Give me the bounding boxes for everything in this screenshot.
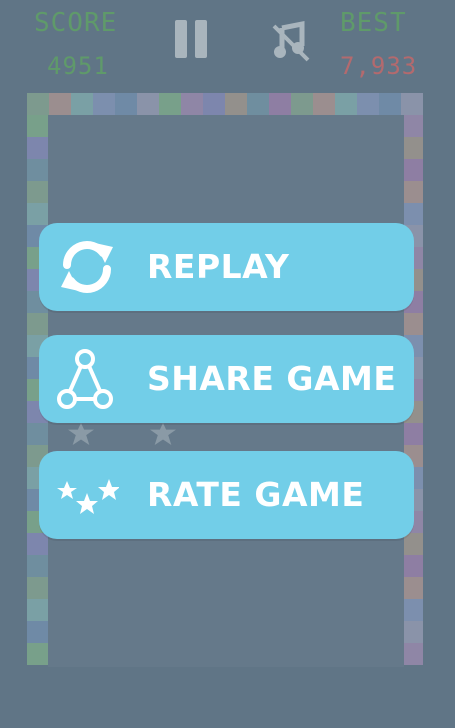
board-tile	[27, 313, 49, 335]
board-tile	[27, 181, 49, 203]
board-tile	[401, 137, 423, 159]
share-game-label: SHARE GAME	[147, 359, 397, 398]
board-tile	[115, 93, 137, 115]
board-tile	[93, 93, 115, 115]
replay-button[interactable]: REPLAY	[39, 223, 414, 311]
sound-toggle-button[interactable]	[270, 20, 312, 62]
board-tile	[401, 577, 423, 599]
board-tile	[49, 93, 71, 115]
score-value: 4951	[47, 52, 109, 80]
board-tile	[181, 93, 203, 115]
board-tile	[401, 599, 423, 621]
board-tile	[203, 93, 225, 115]
pause-button[interactable]	[173, 20, 209, 58]
board-tile	[357, 93, 379, 115]
board-tile	[27, 115, 49, 137]
board-tile	[27, 93, 49, 115]
stars-icon	[57, 479, 119, 514]
rate-game-label: RATE GAME	[147, 475, 365, 514]
share-icon	[57, 349, 113, 409]
board-tile	[401, 181, 423, 203]
best-value: 7,933	[340, 52, 418, 80]
board-tile	[291, 93, 313, 115]
board-tile	[27, 643, 49, 665]
board-tile	[313, 93, 335, 115]
board-tile	[27, 423, 49, 445]
board-tile	[247, 93, 269, 115]
board-tile	[27, 533, 49, 555]
board-tile	[269, 93, 291, 115]
board-tile	[401, 313, 423, 335]
board-tile	[27, 599, 49, 621]
board-tile	[401, 159, 423, 181]
replay-label: REPLAY	[147, 247, 290, 286]
best-label: BEST	[340, 8, 407, 38]
board-tile	[401, 423, 423, 445]
board-tile	[401, 643, 423, 665]
board-tile	[401, 115, 423, 137]
board-tile	[401, 203, 423, 225]
board-tile	[27, 555, 49, 577]
board-tile	[159, 93, 181, 115]
board-tile	[335, 93, 357, 115]
share-game-button[interactable]: SHARE GAME	[39, 335, 414, 423]
board-tile	[401, 555, 423, 577]
sound-muted-icon	[272, 20, 310, 62]
board-tile	[27, 577, 49, 599]
board-tile	[137, 93, 159, 115]
board-tile	[27, 621, 49, 643]
board-tile	[401, 93, 423, 115]
board-tile	[71, 93, 93, 115]
board-tile	[401, 621, 423, 643]
board-tile	[225, 93, 247, 115]
rate-game-button[interactable]: RATE GAME	[39, 451, 414, 539]
board-tile	[379, 93, 401, 115]
refresh-icon	[61, 241, 113, 293]
board-tile	[27, 159, 49, 181]
score-label: SCORE	[34, 8, 118, 38]
board-tile	[27, 203, 49, 225]
board-tile	[27, 137, 49, 159]
